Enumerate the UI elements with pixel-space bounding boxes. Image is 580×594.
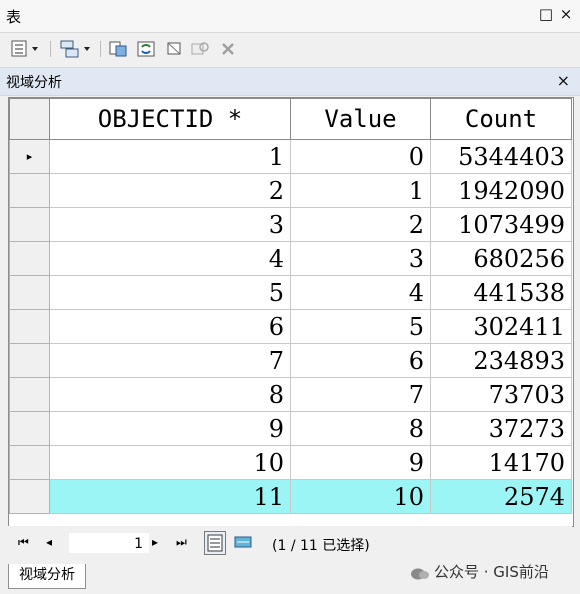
row-selector[interactable] — [9, 309, 50, 344]
attribute-grid: OBJECTID * Value Count ▸ 1 0 5344403 2 1 19420… — [9, 98, 572, 514]
cell-value[interactable]: 4 — [290, 275, 431, 310]
row-selector[interactable] — [9, 343, 50, 378]
column-header-objectid[interactable]: OBJECTID * — [49, 98, 291, 140]
cell-value[interactable]: 10 — [290, 479, 431, 514]
cell-objectid[interactable]: 1 — [49, 139, 291, 174]
cell-objectid[interactable]: 10 — [49, 445, 291, 480]
column-header-selector[interactable] — [9, 98, 50, 140]
delete-selected-icon[interactable] — [218, 39, 240, 59]
header-row: OBJECTID * Value Count — [9, 98, 572, 140]
cell-value[interactable]: 0 — [290, 139, 431, 174]
switch-selection-icon[interactable] — [136, 39, 158, 59]
table-row[interactable]: 5 4 441538 — [9, 275, 572, 310]
watermark-text: 公众号 · GIS前沿 — [434, 563, 549, 581]
close-tab-icon[interactable]: × — [557, 71, 570, 90]
table-row[interactable]: 3 2 1073499 — [9, 207, 572, 242]
row-selector[interactable] — [9, 241, 50, 276]
select-by-attributes-icon[interactable] — [108, 39, 130, 59]
cell-objectid[interactable]: 7 — [49, 343, 291, 378]
restore-button[interactable]: □ — [537, 5, 555, 23]
row-selector[interactable]: ▸ — [9, 139, 50, 174]
table-window: 表 □ × 视域分析 × OBJECTID * Value Count ▸ 1 … — [0, 0, 580, 594]
record-navigation: ⏮ ◂ 1 ▸ ⏭ (1 / 11 已选择) — [8, 526, 572, 562]
table-row[interactable]: 11 10 2574 — [9, 479, 572, 514]
row-selector[interactable] — [9, 479, 50, 514]
cell-count[interactable]: 441538 — [430, 275, 572, 310]
cell-count[interactable]: 2574 — [430, 479, 572, 514]
cell-value[interactable]: 7 — [290, 377, 431, 412]
cell-value[interactable]: 6 — [290, 343, 431, 378]
column-header-value[interactable]: Value — [290, 98, 431, 140]
selection-count: (1 / 11 已选择) — [272, 538, 370, 554]
table-row[interactable]: 2 1 1942090 — [9, 173, 572, 208]
cell-count[interactable]: 1073499 — [430, 207, 572, 242]
show-all-records-icon[interactable] — [204, 531, 226, 555]
cell-objectid[interactable]: 9 — [49, 411, 291, 446]
table-tab-name: 视域分析 — [6, 75, 62, 91]
cell-value[interactable]: 3 — [290, 241, 431, 276]
cell-count[interactable]: 14170 — [430, 445, 572, 480]
bottom-tab-viewshed[interactable]: 视域分析 — [8, 564, 86, 589]
cell-count[interactable]: 73703 — [430, 377, 572, 412]
close-button[interactable]: × — [557, 5, 575, 23]
cell-objectid[interactable]: 4 — [49, 241, 291, 276]
toolbar-separator — [50, 41, 51, 57]
cell-objectid[interactable]: 11 — [49, 479, 291, 514]
title-bar: 表 □ × — [0, 0, 580, 33]
cell-value[interactable]: 8 — [290, 411, 431, 446]
first-record-button[interactable]: ⏮ — [18, 535, 29, 550]
last-record-button[interactable]: ⏭ — [176, 535, 187, 550]
cell-count[interactable]: 680256 — [430, 241, 572, 276]
clear-selection-icon[interactable] — [164, 39, 186, 59]
table-row[interactable]: 7 6 234893 — [9, 343, 572, 378]
row-selector[interactable] — [9, 377, 50, 412]
table-row[interactable]: 9 8 37273 — [9, 411, 572, 446]
row-selector[interactable] — [9, 275, 50, 310]
cell-count[interactable]: 37273 — [430, 411, 572, 446]
toolbar-separator — [100, 41, 101, 57]
cell-count[interactable]: 1942090 — [430, 173, 572, 208]
current-record-input[interactable]: 1 — [68, 532, 150, 554]
wechat-icon — [410, 566, 430, 580]
row-selector[interactable] — [9, 411, 50, 446]
cell-count[interactable]: 302411 — [430, 309, 572, 344]
cell-value[interactable]: 1 — [290, 173, 431, 208]
previous-record-button[interactable]: ◂ — [46, 535, 52, 549]
cell-objectid[interactable]: 5 — [49, 275, 291, 310]
row-selector[interactable] — [9, 207, 50, 242]
show-selected-records-icon[interactable] — [232, 531, 254, 555]
table-row[interactable]: 8 7 73703 — [9, 377, 572, 412]
next-record-button[interactable]: ▸ — [152, 535, 158, 549]
toolbar — [0, 33, 580, 66]
cell-value[interactable]: 5 — [290, 309, 431, 344]
column-header-count[interactable]: Count — [430, 98, 572, 140]
cell-objectid[interactable]: 8 — [49, 377, 291, 412]
table-tab-header: 视域分析 × — [0, 67, 580, 96]
table-options-icon[interactable] — [10, 39, 38, 59]
cell-objectid[interactable]: 3 — [49, 207, 291, 242]
table-row[interactable]: 10 9 14170 — [9, 445, 572, 480]
related-tables-icon[interactable] — [58, 39, 90, 59]
cell-objectid[interactable]: 2 — [49, 173, 291, 208]
table-row[interactable]: 4 3 680256 — [9, 241, 572, 276]
cell-value[interactable]: 2 — [290, 207, 431, 242]
table-row[interactable]: 6 5 302411 — [9, 309, 572, 344]
cell-value[interactable]: 9 — [290, 445, 431, 480]
row-selector[interactable] — [9, 445, 50, 480]
row-selector[interactable] — [9, 173, 50, 208]
table-row[interactable]: ▸ 1 0 5344403 — [9, 139, 572, 174]
cell-objectid[interactable]: 6 — [49, 309, 291, 344]
cell-count[interactable]: 234893 — [430, 343, 572, 378]
zoom-to-selected-icon[interactable] — [190, 39, 212, 59]
cell-count[interactable]: 5344403 — [430, 139, 572, 174]
window-title: 表 — [6, 8, 22, 26]
attribute-table: OBJECTID * Value Count ▸ 1 0 5344403 2 1 19420… — [8, 97, 574, 527]
